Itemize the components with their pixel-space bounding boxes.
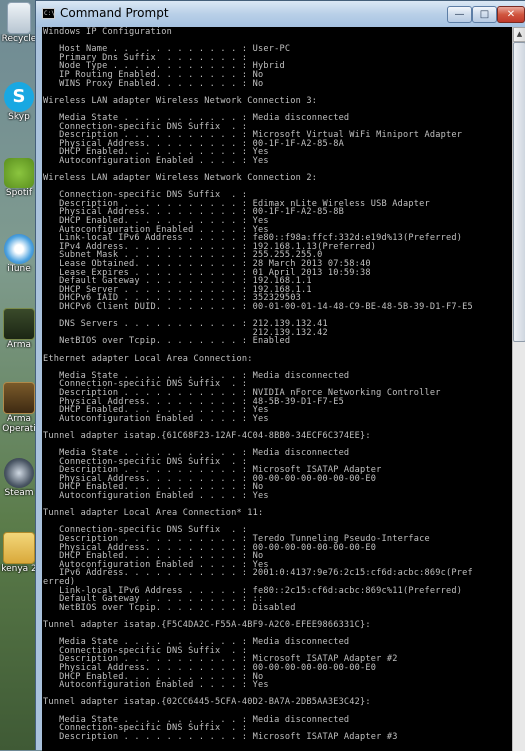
console-text: Windows IP Configuration Host Name . . .… xyxy=(43,27,473,742)
desktop-icon-arma-operation[interactable]: Arma Operati xyxy=(0,382,38,434)
command-prompt-app-icon[interactable]: C:\ xyxy=(42,8,55,19)
desktop-icon-label: Recycle xyxy=(1,34,37,44)
minimize-button[interactable]: — xyxy=(447,6,472,23)
desktop-icon-label: kenya 2 xyxy=(1,564,37,574)
desktop-icon-spotify[interactable]: Spotif xyxy=(0,158,38,198)
desktop-icon-arma[interactable]: Arma xyxy=(0,308,38,350)
command-prompt-window[interactable]: C:\ Command Prompt — □ ✕ Windows IP Conf… xyxy=(35,0,525,751)
desktop-icon-recycle-bin[interactable]: Recycle xyxy=(0,2,38,44)
desktop-icon-label: Steam xyxy=(4,488,34,498)
itunes-icon xyxy=(4,234,34,264)
recycle-bin-icon xyxy=(7,2,31,34)
folder-icon xyxy=(3,532,35,564)
desktop-icon-label: iTune xyxy=(7,264,31,274)
close-button[interactable]: ✕ xyxy=(497,6,525,23)
desktop-icon-steam[interactable]: Steam xyxy=(0,458,38,498)
desktop-icon-label: Arma Operati xyxy=(2,414,36,434)
desktop-icon-label: Spotif xyxy=(5,188,33,198)
maximize-button[interactable]: □ xyxy=(472,6,497,23)
console-output-area[interactable]: Windows IP Configuration Host Name . . .… xyxy=(42,27,512,751)
desktop-icon-kenya-folder[interactable]: kenya 2 xyxy=(0,532,38,574)
spotify-icon xyxy=(4,158,34,188)
skype-icon: S xyxy=(4,82,34,112)
title-bar[interactable]: C:\ Command Prompt — □ ✕ xyxy=(36,1,525,27)
desktop-icon-skype[interactable]: S Skyp xyxy=(0,82,38,122)
desktop-icon-label: Arma xyxy=(7,340,31,350)
scroll-up-arrow-icon[interactable]: ▲ xyxy=(513,27,525,42)
vertical-scrollbar[interactable]: ▲ xyxy=(512,27,525,751)
scrollbar-thumb[interactable] xyxy=(513,42,525,342)
arma-icon xyxy=(3,308,35,340)
desktop-icon-label: Skyp xyxy=(8,112,30,122)
steam-icon xyxy=(4,458,34,488)
arma-operation-icon xyxy=(3,382,35,414)
desktop-icon-itunes[interactable]: iTune xyxy=(0,234,38,274)
window-title: Command Prompt xyxy=(60,6,169,20)
